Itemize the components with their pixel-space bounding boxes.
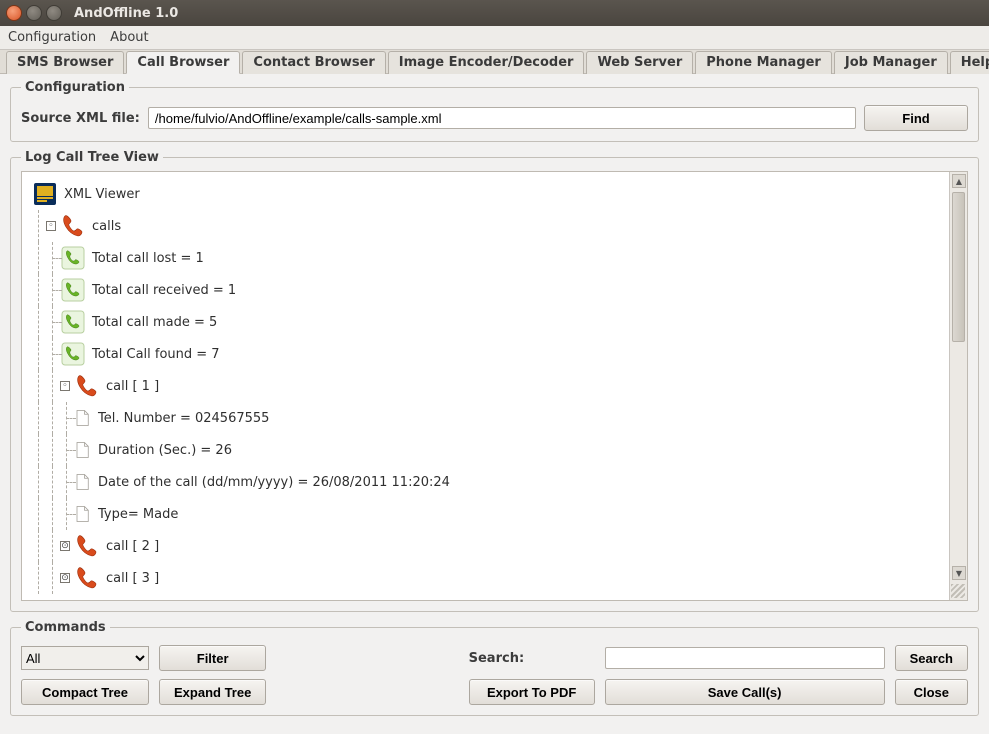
tree-scrollbar[interactable]: ▲ ▼ [949, 172, 967, 600]
tree-stat-total[interactable]: Total Call found = 7 [92, 347, 220, 362]
tabbar: SMS Browser Call Browser Contact Browser… [0, 50, 989, 74]
scroll-up-icon[interactable]: ▲ [952, 174, 966, 188]
phone-red-icon [60, 213, 86, 239]
expand-tree-button[interactable]: Expand Tree [159, 679, 266, 705]
export-pdf-button[interactable]: Export To PDF [469, 679, 595, 705]
tab-call-browser[interactable]: Call Browser [126, 51, 240, 74]
tree-call1-date[interactable]: Date of the call (dd/mm/yyyy) = 26/08/20… [98, 475, 450, 490]
scroll-thumb[interactable] [952, 192, 965, 342]
tree-call1-duration[interactable]: Duration (Sec.) = 26 [98, 443, 232, 458]
save-calls-button[interactable]: Save Call(s) [605, 679, 885, 705]
menu-about[interactable]: About [110, 30, 148, 45]
tab-content: Configuration Source XML file: Find Log … [0, 74, 989, 734]
call-tree[interactable]: XML Viewer ◦ calls Total call lost = 1 [22, 172, 949, 600]
tree-toggle-call3[interactable]: ⊙ [60, 573, 70, 583]
tree-call1-tel[interactable]: Tel. Number = 024567555 [98, 411, 269, 426]
tab-sms-browser[interactable]: SMS Browser [6, 51, 124, 74]
phone-green-icon [60, 277, 86, 303]
window-minimize-button[interactable] [26, 5, 42, 21]
tree-root[interactable]: XML Viewer [64, 187, 140, 202]
menu-configuration[interactable]: Configuration [8, 30, 96, 45]
titlebar: AndOffline 1.0 [0, 0, 989, 26]
document-icon [74, 472, 92, 492]
configuration-legend: Configuration [21, 80, 129, 95]
tree-legend: Log Call Tree View [21, 150, 163, 165]
tree-toggle-calls[interactable]: ◦ [46, 221, 56, 231]
menubar: Configuration About [0, 26, 989, 50]
tab-help[interactable]: Help [950, 51, 989, 74]
configuration-fieldset: Configuration Source XML file: Find [10, 80, 979, 142]
compact-tree-button[interactable]: Compact Tree [21, 679, 149, 705]
source-xml-input[interactable] [148, 107, 856, 129]
tree-stat-received[interactable]: Total call received = 1 [92, 283, 236, 298]
chip-icon [32, 181, 58, 207]
tree-toggle-call1[interactable]: ◦ [60, 381, 70, 391]
tree-call1-type[interactable]: Type= Made [98, 507, 178, 522]
window-maximize-button[interactable] [46, 5, 62, 21]
document-icon [74, 504, 92, 524]
commands-legend: Commands [21, 620, 110, 635]
phone-green-icon [60, 309, 86, 335]
search-input[interactable] [605, 647, 885, 669]
close-button[interactable]: Close [895, 679, 968, 705]
phone-red-icon [74, 565, 100, 591]
tab-web-server[interactable]: Web Server [586, 51, 693, 74]
search-button[interactable]: Search [895, 645, 968, 671]
phone-green-icon [60, 341, 86, 367]
find-button[interactable]: Find [864, 105, 968, 131]
document-icon [74, 408, 92, 428]
tab-phone-manager[interactable]: Phone Manager [695, 51, 832, 74]
filter-button[interactable]: Filter [159, 645, 266, 671]
tree-call1[interactable]: call [ 1 ] [106, 379, 159, 394]
tab-job-manager[interactable]: Job Manager [834, 51, 948, 74]
window-title: AndOffline 1.0 [74, 6, 178, 21]
tree-call3[interactable]: call [ 3 ] [106, 571, 159, 586]
scroll-down-icon[interactable]: ▼ [952, 566, 966, 580]
document-icon [74, 440, 92, 460]
phone-green-icon [60, 245, 86, 271]
tab-image-encdec[interactable]: Image Encoder/Decoder [388, 51, 585, 74]
resize-grip-icon [951, 584, 965, 598]
tree-call2[interactable]: call [ 2 ] [106, 539, 159, 554]
tree-toggle-call2[interactable]: ⊙ [60, 541, 70, 551]
tab-contact-browser[interactable]: Contact Browser [242, 51, 385, 74]
phone-red-icon [74, 373, 100, 399]
tree-fieldset: Log Call Tree View XML Viewer ◦ calls [10, 150, 979, 612]
filter-select[interactable]: All [21, 646, 149, 670]
tree-stat-lost[interactable]: Total call lost = 1 [92, 251, 204, 266]
window-close-button[interactable] [6, 5, 22, 21]
source-xml-label: Source XML file: [21, 111, 140, 126]
search-label: Search: [469, 651, 595, 666]
commands-fieldset: Commands All Filter Search: Search Compa… [10, 620, 979, 716]
tree-calls[interactable]: calls [92, 219, 121, 234]
tree-stat-made[interactable]: Total call made = 5 [92, 315, 217, 330]
phone-red-icon [74, 533, 100, 559]
